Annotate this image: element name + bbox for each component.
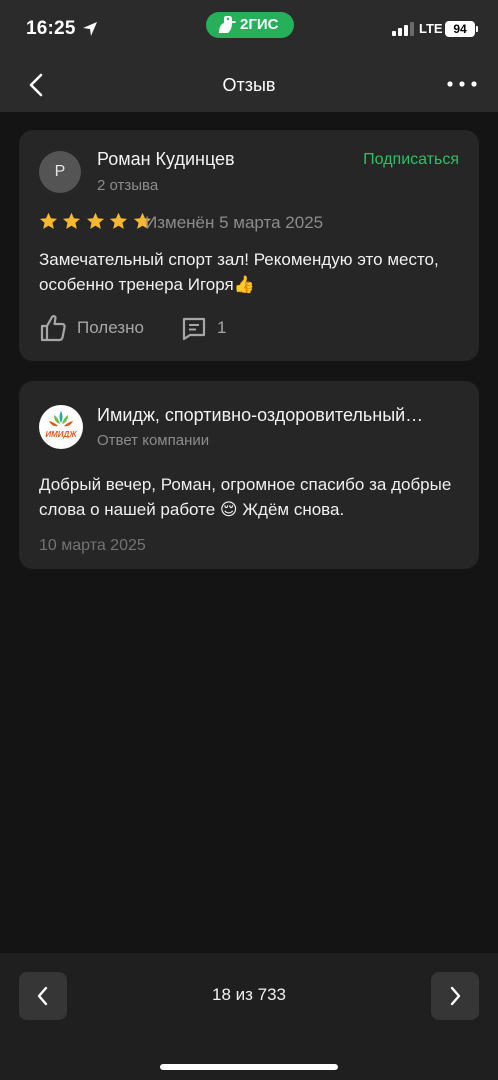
company-logo[interactable]: ИМИДЖ: [39, 405, 83, 449]
signal-icon: [392, 22, 414, 36]
app-label: 2ГИС: [240, 16, 279, 33]
company-logo-text: ИМИДЖ: [45, 430, 77, 439]
navigation-bar: Отзыв: [0, 58, 498, 112]
company-reply-label: Ответ компании: [97, 432, 210, 449]
author-reviews-count: 2 отзыва: [97, 177, 159, 194]
comment-icon[interactable]: [181, 315, 207, 341]
thumbs-up-icon[interactable]: [39, 313, 67, 343]
status-time: 16:25: [26, 18, 76, 39]
avatar[interactable]: Р: [39, 151, 81, 193]
star-icon: [110, 212, 128, 229]
dog-logo-icon: [219, 16, 236, 33]
pager-position: 18 из 733: [211, 985, 286, 1004]
rating-stars: [39, 212, 152, 232]
useful-button[interactable]: Полезно: [77, 318, 144, 338]
company-logo-icon: [49, 411, 73, 427]
status-bar: 16:25 2ГИС LTE 94: [0, 0, 498, 58]
reply-date: 10 марта 2025: [39, 537, 146, 554]
company-reply-card: ИМИДЖ Имидж, спортивно-оздоровительный… …: [19, 381, 479, 569]
subscribe-button[interactable]: Подписаться: [363, 151, 459, 169]
battery-icon: 94: [445, 21, 478, 37]
star-icon: [39, 212, 58, 229]
home-indicator[interactable]: [160, 1064, 338, 1070]
more-dots-icon[interactable]: [446, 78, 478, 90]
review-text: Замечательный спорт зал! Рекомендую это …: [39, 250, 439, 294]
network-label: LTE: [419, 21, 443, 36]
back-to-app-pill[interactable]: 2ГИС: [206, 12, 294, 38]
reply-text: Добрый вечер, Роман, огромное спасибо за…: [39, 475, 452, 519]
company-name[interactable]: Имидж, спортивно-оздоровительный…: [97, 405, 437, 426]
star-icon: [63, 212, 81, 229]
next-review-button[interactable]: [431, 972, 479, 1020]
author-name[interactable]: Роман Кудинцев: [97, 149, 235, 170]
page-title: Отзыв: [222, 75, 276, 95]
star-icon: [86, 212, 104, 229]
pager-bar: 18 из 733: [0, 953, 498, 1080]
review-date: Изменён 5 марта 2025: [145, 213, 324, 232]
chevron-right-icon: [450, 986, 461, 1006]
comments-count[interactable]: 1: [217, 318, 226, 338]
location-arrow-icon: [83, 22, 97, 36]
review-card: Р Роман Кудинцев 2 отзыва Подписаться Из…: [19, 130, 479, 361]
